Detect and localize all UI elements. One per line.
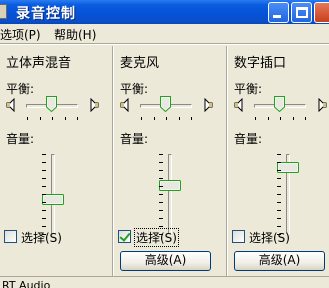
balance-tick [77, 117, 78, 120]
speaker-right-icon [318, 98, 327, 112]
volume-tick [42, 210, 46, 211]
title-bar[interactable]: 录音控制 [0, 0, 329, 24]
speaker-left-icon [6, 98, 15, 112]
menu-help[interactable]: 帮助(H) [54, 26, 96, 43]
select-checkbox-label[interactable]: 选择(S) [21, 229, 62, 246]
balance-tick [64, 117, 66, 120]
volume-tick [277, 186, 281, 187]
balance-tick [27, 117, 28, 120]
balance-tick [153, 117, 155, 120]
volume-tick [277, 218, 281, 219]
speaker-right-icon [90, 98, 99, 112]
volume-tick [277, 194, 281, 195]
balance-label: 平衡: [234, 82, 263, 96]
menu-bar: 选项(P) 帮助(H) [0, 24, 329, 43]
balance-tick [292, 117, 294, 120]
volume-tick [277, 178, 281, 179]
channel-microphone: 麦克风 平衡: 音量: 选择(S) 高级(A) [114, 46, 227, 276]
channel-title: 数字插口 [234, 56, 287, 71]
volume-label: 音量: [120, 132, 149, 146]
balance-slider-thumb[interactable] [46, 96, 57, 112]
balance-label: 平衡: [6, 82, 35, 96]
channel-stereo-mix: 立体声混音 平衡: 音量: 选择(S) [0, 46, 113, 276]
volume-tick [42, 178, 46, 179]
balance-label: 平衡: [120, 82, 149, 96]
volume-tick [277, 202, 281, 203]
balance-tick [39, 117, 41, 120]
speaker-left-icon [234, 98, 243, 112]
volume-track [168, 154, 172, 234]
volume-tick [277, 234, 281, 235]
volume-tick [159, 186, 163, 187]
app-icon [0, 4, 7, 19]
volume-tick [42, 218, 46, 219]
volume-tick [277, 154, 281, 155]
volume-label: 音量: [6, 132, 35, 146]
balance-tick [280, 117, 281, 120]
volume-tick [159, 178, 163, 179]
speaker-right-icon [204, 98, 213, 112]
channel-digital-input: 数字插口 平衡: 音量: 选择(S) 高级(A) [228, 46, 329, 276]
volume-slider-thumb[interactable] [277, 162, 299, 173]
volume-tick [159, 154, 163, 155]
close-button[interactable] [314, 2, 329, 23]
balance-tick [191, 117, 192, 120]
volume-tick [42, 226, 46, 227]
speaker-left-icon [120, 98, 129, 112]
volume-tick [42, 154, 46, 155]
select-checkbox[interactable] [4, 230, 17, 243]
maximize-button[interactable] [291, 2, 312, 23]
advanced-button[interactable]: 高级(A) [234, 251, 325, 271]
select-checkbox[interactable] [118, 230, 131, 243]
volume-tick [159, 170, 163, 171]
volume-tick [159, 194, 163, 195]
balance-tick [52, 117, 53, 120]
volume-tick [277, 162, 281, 163]
volume-slider-thumb[interactable] [42, 194, 64, 205]
balance-tick [178, 117, 180, 120]
volume-tick [42, 234, 46, 235]
volume-tick [159, 234, 163, 235]
volume-tick [277, 170, 281, 171]
channel-title: 立体声混音 [6, 56, 72, 71]
minimize-button[interactable] [268, 2, 289, 23]
window-title: 录音控制 [16, 6, 76, 22]
volume-tick [159, 210, 163, 211]
balance-tick [267, 117, 269, 120]
menu-options[interactable]: 选项(P) [0, 26, 41, 43]
balance-tick [141, 117, 142, 120]
volume-tick [42, 194, 46, 195]
channel-title: 麦克风 [120, 56, 160, 71]
volume-tick [42, 186, 46, 187]
volume-tick [159, 202, 163, 203]
menu-separator [0, 43, 329, 45]
select-checkbox-label[interactable]: 选择(S) [249, 229, 290, 246]
volume-tick [42, 202, 46, 203]
balance-slider-thumb[interactable] [160, 96, 171, 112]
volume-tick [159, 226, 163, 227]
volume-tick [42, 170, 46, 171]
select-checkbox-label[interactable]: 选择(S) [134, 228, 179, 247]
maximize-icon [296, 7, 308, 18]
volume-tick [159, 162, 163, 163]
volume-tick [277, 226, 281, 227]
advanced-button[interactable]: 高级(A) [120, 251, 211, 271]
balance-tick [305, 117, 306, 120]
volume-tick [42, 162, 46, 163]
volume-tick [159, 218, 163, 219]
select-checkbox[interactable] [232, 230, 245, 243]
minimize-icon [273, 15, 281, 18]
balance-tick [166, 117, 167, 120]
balance-tick [255, 117, 256, 120]
volume-tick [277, 210, 281, 211]
volume-label: 音量: [234, 132, 263, 146]
balance-slider-thumb[interactable] [274, 96, 285, 112]
status-text: RT Audio [2, 279, 51, 288]
status-bar: RT Audio [0, 276, 329, 288]
